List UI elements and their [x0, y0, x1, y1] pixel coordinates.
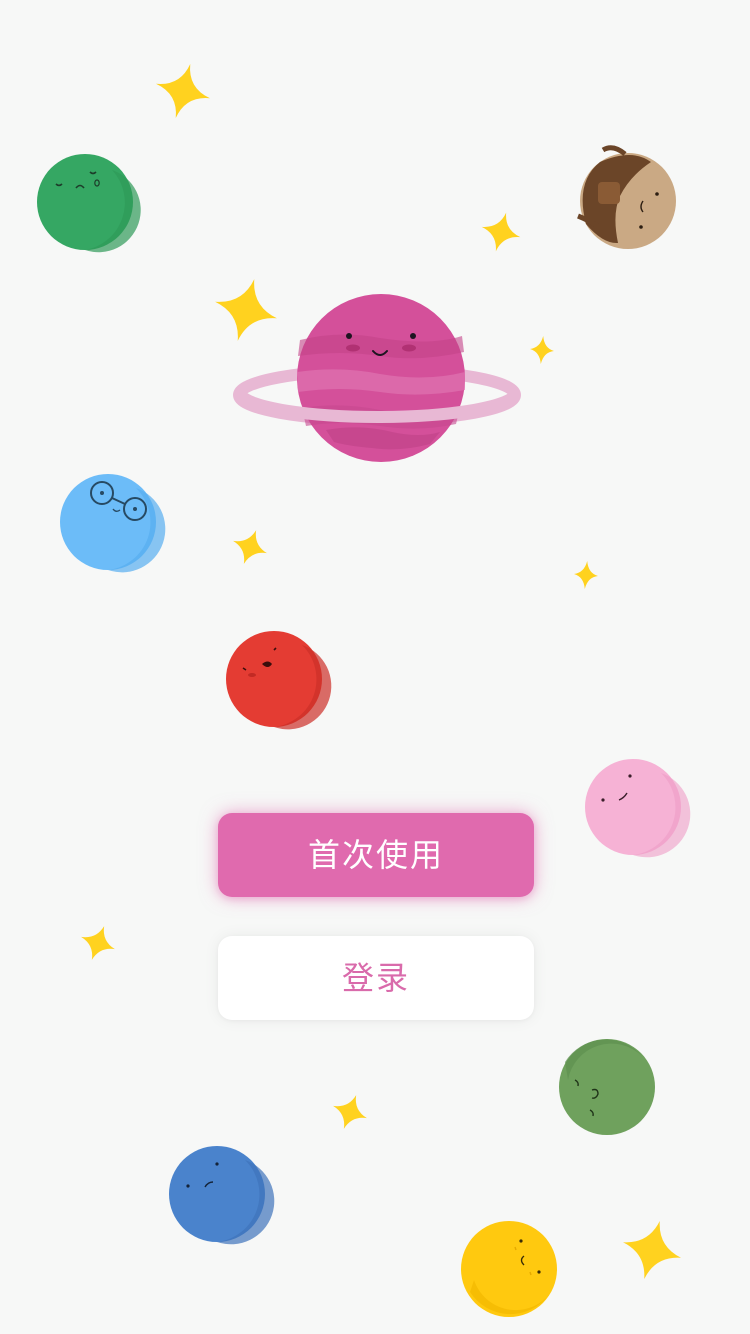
star-icon: [233, 530, 267, 564]
star-icon: [574, 561, 598, 589]
space-illustration: [37, 63, 691, 1317]
red-planet-icon: [226, 631, 332, 730]
brown-backpack-planet-icon: [577, 145, 676, 249]
blue-planet-icon: [169, 1146, 275, 1245]
olive-green-planet-icon: [559, 1039, 655, 1135]
star-icon: [81, 926, 115, 960]
star-icon: [481, 212, 521, 252]
star-icon: [215, 279, 277, 341]
login-button[interactable]: 登录: [218, 936, 534, 1020]
green-planet-icon: [37, 154, 141, 253]
login-button-label: 登录: [341, 959, 410, 997]
yellow-planet-icon: [461, 1221, 557, 1317]
star-icon: [333, 1095, 367, 1129]
star-icon: [530, 336, 554, 364]
star-icon: [155, 63, 211, 119]
blue-glasses-planet-icon: [60, 474, 166, 573]
first-use-button-label: 首次使用: [307, 836, 444, 874]
pink-planet-icon: [585, 759, 691, 858]
star-icon: [623, 1221, 681, 1279]
welcome-screen: 首次使用 登录: [0, 0, 750, 1334]
ringed-magenta-planet-illustration: [233, 294, 521, 462]
first-use-button[interactable]: 首次使用: [218, 813, 534, 897]
